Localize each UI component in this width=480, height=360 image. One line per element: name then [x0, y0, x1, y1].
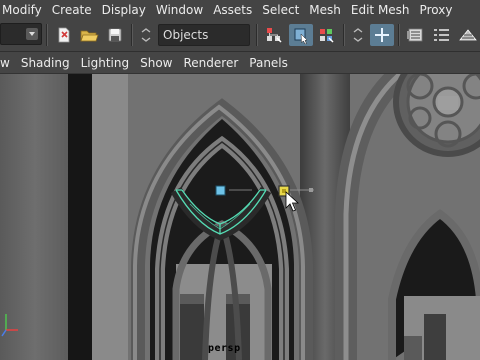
chevron-double-icon: [141, 28, 151, 42]
toolbar-divider: [256, 24, 258, 46]
chevron-double-icon: [353, 28, 363, 42]
panel-menu-lighting[interactable]: Lighting: [76, 52, 136, 74]
menu-create[interactable]: Create: [48, 0, 98, 20]
new-scene-icon: [58, 27, 70, 43]
open-scene-button[interactable]: [77, 24, 101, 46]
snap-to-grid-button[interactable]: [370, 24, 394, 46]
menu-modify[interactable]: Modify: [0, 0, 48, 20]
panel-menu-show[interactable]: Show: [135, 52, 178, 74]
camera-name-label: persp: [208, 343, 241, 354]
save-scene-button[interactable]: [103, 24, 127, 46]
panel-menu-renderer[interactable]: Renderer: [178, 52, 244, 74]
menu-proxy[interactable]: Proxy: [416, 0, 459, 20]
menu-edit-mesh[interactable]: Edit Mesh: [347, 0, 416, 20]
channel-box-button[interactable]: [430, 24, 454, 46]
hierarchy-icon: [267, 28, 282, 43]
list-icon: [434, 29, 449, 41]
menu-display[interactable]: Display: [98, 0, 152, 20]
menu-select[interactable]: Select: [258, 0, 305, 20]
snap-menu-button[interactable]: [349, 24, 367, 46]
menu-mesh[interactable]: Mesh: [305, 0, 347, 20]
history-icon: [407, 28, 423, 42]
menu-window[interactable]: Window: [152, 0, 209, 20]
perspective-viewport[interactable]: persp: [0, 74, 480, 360]
history-button[interactable]: [404, 24, 428, 46]
open-folder-icon: [80, 30, 99, 42]
main-menubar: Modify Create Display Window Assets Sele…: [0, 0, 480, 20]
toolbar-divider: [46, 24, 48, 46]
attribute-editor-button[interactable]: [456, 24, 480, 46]
chevron-down-icon: [26, 28, 38, 40]
select-by-object-button[interactable]: [289, 24, 313, 46]
menu-set-dropdown[interactable]: [0, 23, 42, 45]
object-select-icon: [294, 28, 308, 44]
save-disk-icon: [108, 28, 122, 42]
viewport-panel-menubar: w Shading Lighting Show Renderer Panels: [0, 52, 480, 74]
panel-menu-view[interactable]: w: [0, 52, 16, 74]
select-by-component-button[interactable]: [315, 24, 339, 46]
new-scene-button[interactable]: [52, 24, 76, 46]
crosshair-icon: [375, 28, 389, 42]
panel-menu-panels[interactable]: Panels: [244, 52, 294, 74]
toolbar-divider: [343, 24, 345, 46]
panel-menu-shading[interactable]: Shading: [16, 52, 76, 74]
attribute-editor-icon: [459, 29, 477, 41]
toolbar-divider: [131, 24, 133, 46]
select-by-hierarchy-button[interactable]: [262, 24, 286, 46]
status-line-toolbar: Objects: [0, 20, 480, 52]
scene-render: [0, 74, 480, 360]
selection-mask-menu-button[interactable]: [137, 24, 155, 46]
menu-assets[interactable]: Assets: [209, 0, 258, 20]
component-icon: [320, 29, 334, 43]
selection-mode-field[interactable]: Objects: [158, 24, 250, 46]
toolbar-divider: [398, 24, 400, 46]
